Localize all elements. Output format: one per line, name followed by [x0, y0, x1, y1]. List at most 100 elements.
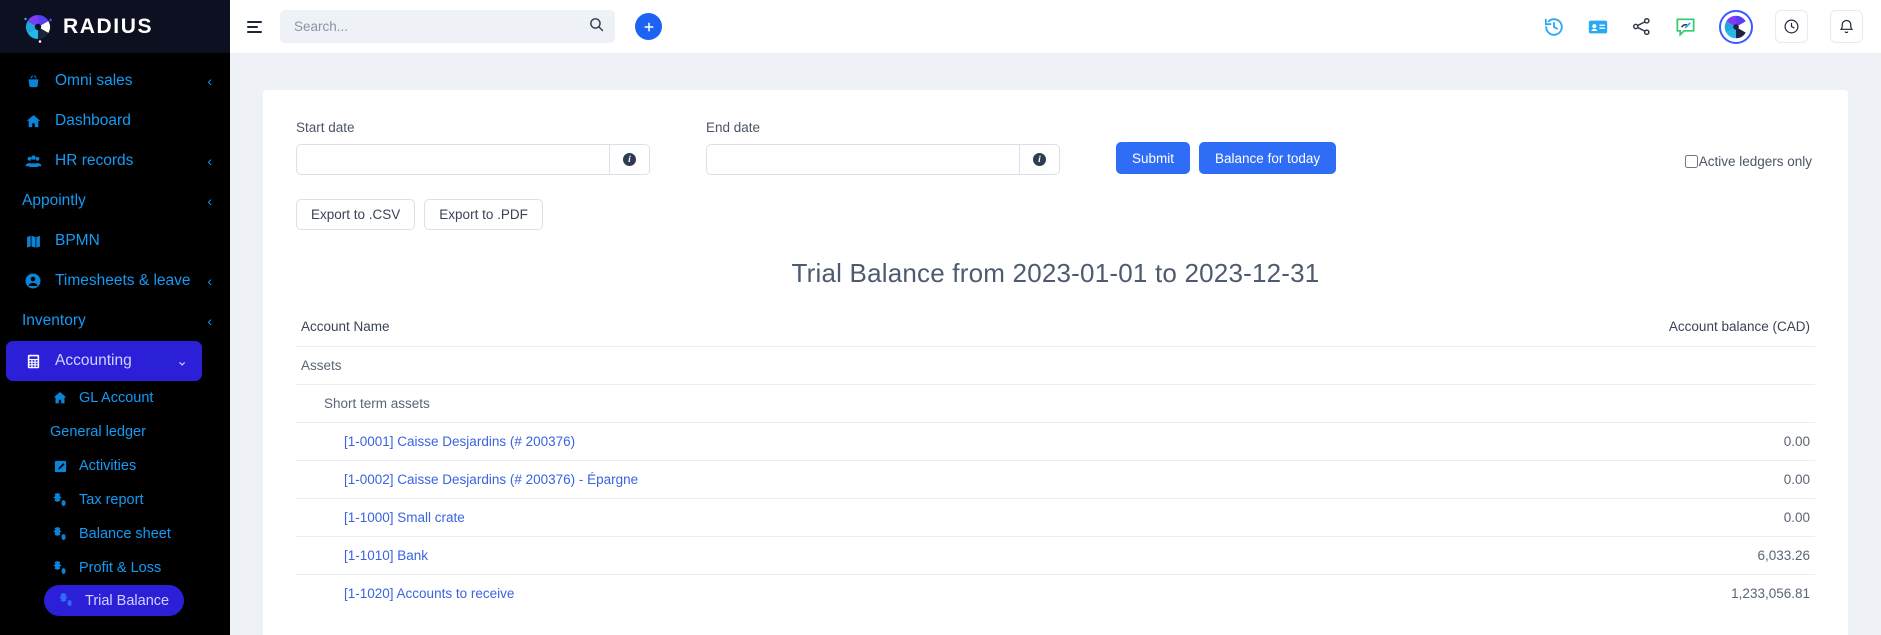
sidebar-item-balance-sheet[interactable]: Balance sheet: [0, 517, 230, 551]
balance-for-today-button[interactable]: Balance for today: [1199, 142, 1337, 174]
account-name-cell: [1-0001] Caisse Desjardins (# 200376): [296, 422, 1355, 461]
chevron-left-icon: ‹: [207, 153, 212, 169]
start-date-input[interactable]: [297, 145, 609, 174]
export-pdf-button[interactable]: Export to .PDF: [424, 199, 543, 230]
sidebar-subitem-label: GL Account: [79, 390, 154, 406]
chat-message-icon[interactable]: [1674, 15, 1697, 38]
table-row: [1-0002] Caisse Desjardins (# 200376) - …: [296, 460, 1815, 499]
column-header-account-name: Account Name: [301, 319, 390, 334]
account-balance-cell: [1354, 384, 1815, 423]
clock-icon[interactable]: [1775, 10, 1808, 43]
table-row: [1-0001] Caisse Desjardins (# 200376) 0.…: [296, 422, 1815, 461]
table-body: Assets Short term assets [1-0001] Caisse…: [296, 346, 1815, 612]
search-box[interactable]: [280, 10, 615, 43]
user-avatar-icon[interactable]: [1719, 9, 1753, 44]
id-card-icon[interactable]: [1587, 16, 1609, 38]
sidebar-item-tax-report[interactable]: Tax report: [0, 483, 230, 517]
report-card: Start date i End date i Submit Balance f…: [263, 90, 1848, 635]
gears-icon: [50, 560, 70, 577]
sidebar-item-dashboard[interactable]: Dashboard: [0, 101, 230, 141]
sidebar-item-label: HR records: [55, 152, 134, 169]
sidebar-item-label: Inventory: [22, 312, 86, 329]
search-icon[interactable]: [588, 16, 605, 38]
chevron-left-icon: ‹: [207, 73, 212, 89]
trial-balance-table: Account Name Account balance (CAD) Asset…: [296, 319, 1815, 612]
sidebar-item-label: Dashboard: [55, 112, 131, 129]
brand-header[interactable]: RADIUS: [0, 0, 230, 53]
sidebar-item-hr-records[interactable]: HR records ‹: [0, 141, 230, 181]
home-icon: [22, 113, 44, 130]
sidebar-item-bpmn[interactable]: BPMN: [0, 221, 230, 261]
account-name-cell: [1-1010] Bank: [296, 536, 1355, 575]
radius-compass-logo-icon: [22, 11, 54, 43]
account-link[interactable]: [1-1000] Small crate: [344, 510, 465, 525]
hamburger-icon[interactable]: [244, 14, 270, 40]
gears-icon: [50, 526, 70, 543]
account-balance-cell: 1,233,056.81: [1354, 574, 1815, 612]
pencil-square-icon: [50, 459, 70, 474]
table-row: [1-1000] Small crate 0.00: [296, 498, 1815, 537]
sidebar-item-label: Omni sales: [55, 72, 133, 89]
info-icon: i: [1033, 153, 1046, 166]
end-date-label: End date: [706, 120, 761, 135]
chevron-left-icon: ‹: [207, 273, 212, 289]
sidebar-subitem-label: Balance sheet: [79, 526, 171, 542]
sidebar-item-trial-balance[interactable]: Trial Balance: [44, 585, 184, 616]
sidebar: RADIUS Omni sales ‹ Dashboard HR records…: [0, 0, 230, 635]
sidebar-item-omni-sales[interactable]: Omni sales ‹: [0, 61, 230, 101]
account-balance-cell: [1354, 346, 1815, 385]
topbar-actions: [1543, 9, 1863, 44]
search-input[interactable]: [294, 19, 588, 34]
account-link[interactable]: [1-1020] Accounts to receive: [344, 586, 514, 601]
submit-button[interactable]: Submit: [1116, 142, 1191, 174]
sidebar-subitem-label: Tax report: [79, 492, 144, 508]
active-ledgers-only-checkbox[interactable]: [1684, 155, 1698, 168]
end-date-input[interactable]: [707, 145, 1019, 174]
sidebar-item-activities[interactable]: Activities: [0, 449, 230, 483]
active-ledgers-only-checkbox-wrap[interactable]: Active ledgers only: [1684, 154, 1812, 169]
sidebar-item-profit-loss[interactable]: Profit & Loss: [0, 551, 230, 585]
add-button[interactable]: [635, 13, 662, 40]
table-row: [1-1010] Bank 6,033.26: [296, 536, 1815, 575]
export-actions: Export to .CSV Export to .PDF: [296, 199, 1815, 230]
history-icon[interactable]: [1543, 16, 1565, 38]
table-row: Assets: [296, 346, 1815, 385]
filter-form: Start date i End date i Submit Balance f…: [296, 120, 1815, 175]
account-link[interactable]: [1-0002] Caisse Desjardins (# 200376) - …: [344, 472, 638, 487]
start-date-info-button[interactable]: i: [609, 145, 649, 174]
sidebar-nav: Omni sales ‹ Dashboard HR records ‹ Appo…: [0, 53, 230, 616]
brand-name: RADIUS: [63, 14, 154, 38]
book-icon: [22, 233, 44, 250]
sidebar-subitem-label: Profit & Loss: [79, 560, 162, 576]
end-date-info-button[interactable]: i: [1019, 145, 1059, 174]
sidebar-subitem-label: Trial Balance: [85, 592, 170, 609]
bell-icon[interactable]: [1830, 10, 1863, 43]
sidebar-item-timesheets-leave[interactable]: Timesheets & leave ‹: [0, 261, 230, 301]
sidebar-item-appointly[interactable]: Appointly ‹: [0, 181, 230, 221]
info-icon: i: [623, 153, 636, 166]
sidebar-item-general-ledger[interactable]: General ledger: [0, 415, 230, 449]
gears-icon: [56, 592, 76, 609]
table-row: [1-1020] Accounts to receive 1,233,056.8…: [296, 574, 1815, 612]
sidebar-item-accounting[interactable]: Accounting ⌄: [6, 341, 202, 381]
end-date-field: End date i: [706, 120, 1060, 175]
account-link[interactable]: [1-0001] Caisse Desjardins (# 200376): [344, 434, 575, 449]
gears-icon: [50, 492, 70, 509]
sidebar-item-inventory[interactable]: Inventory ‹: [0, 301, 230, 341]
account-name-cell: [1-1020] Accounts to receive: [296, 574, 1355, 612]
topbar: [230, 0, 1881, 53]
table-head: Account Name Account balance (CAD): [296, 319, 1815, 347]
account-link[interactable]: [1-1010] Bank: [344, 548, 428, 563]
sidebar-item-label: Timesheets & leave: [55, 272, 191, 289]
sidebar-item-gl-account[interactable]: GL Account: [0, 381, 230, 415]
sidebar-item-label: BPMN: [55, 232, 100, 249]
filter-actions: Submit Balance for today: [1116, 142, 1337, 175]
content-area: Start date i End date i Submit Balance f…: [230, 53, 1881, 635]
share-icon[interactable]: [1631, 16, 1652, 37]
export-csv-button[interactable]: Export to .CSV: [296, 199, 416, 230]
basket-icon: [22, 73, 44, 90]
account-name-cell: [1-0002] Caisse Desjardins (# 200376) - …: [296, 460, 1355, 499]
start-date-input-group[interactable]: i: [296, 144, 650, 175]
end-date-input-group[interactable]: i: [706, 144, 1060, 175]
active-ledgers-only-label: Active ledgers only: [1698, 154, 1812, 169]
